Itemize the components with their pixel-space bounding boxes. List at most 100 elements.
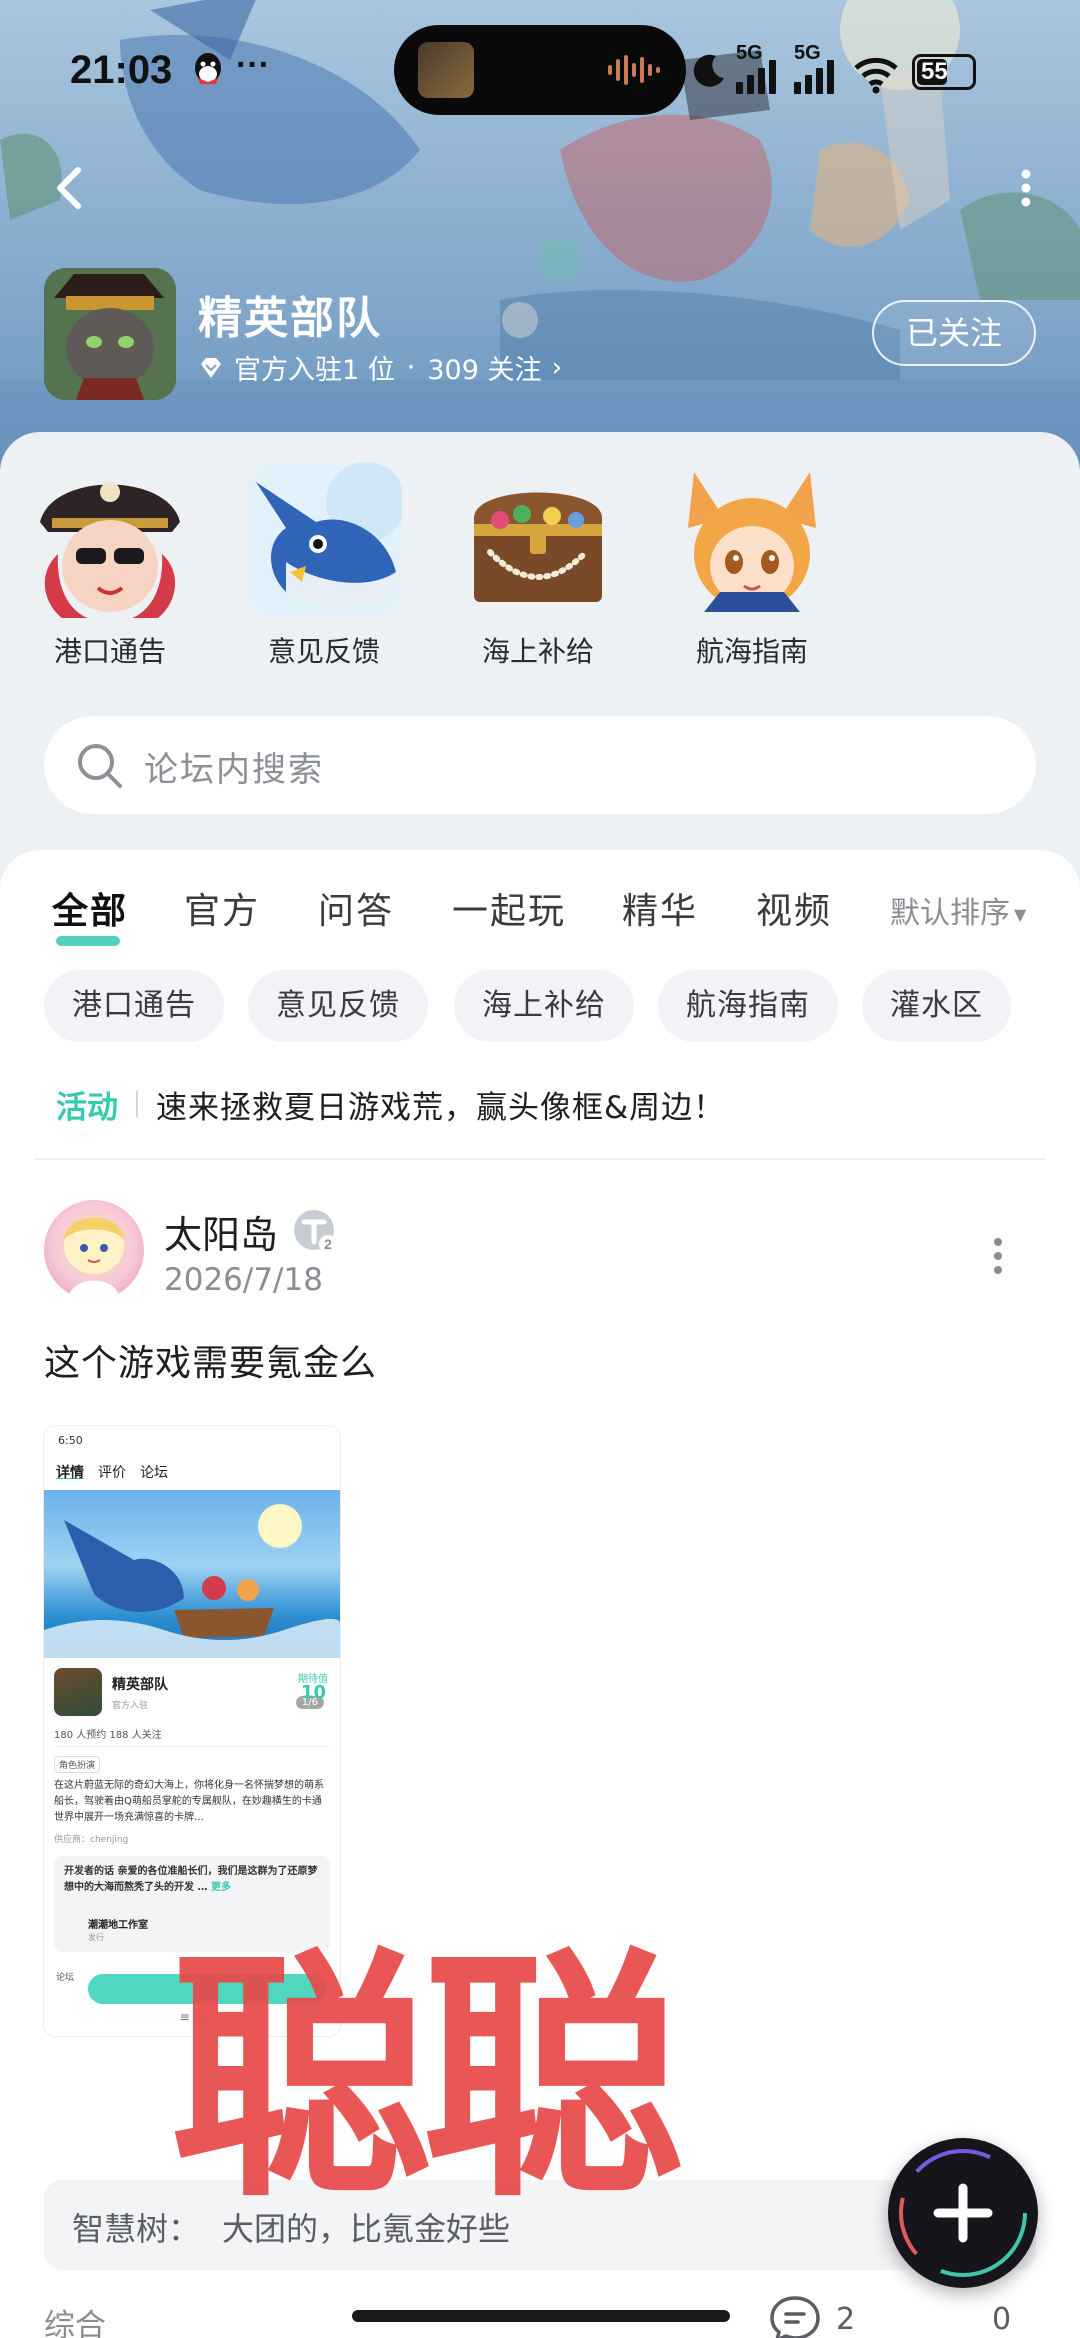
mini-dev-words: 开发者的话 亲爱的各位准船长们，我们是这群为了还原梦想中的大海而熬秃了头的开发 … <box>64 1864 320 1896</box>
mini-studio-role: 发行 <box>88 1933 104 1942</box>
section-item-supplies[interactable]: 海上补给 <box>438 462 638 668</box>
moon-icon <box>693 54 724 87</box>
audio-wave-icon <box>608 55 660 85</box>
mini-stats: 180 人预约 188 人关注 <box>54 1730 162 1741</box>
activity-divider <box>136 1091 138 1117</box>
home-indicator[interactable] <box>352 2310 730 2322</box>
more-menu-icon[interactable] <box>1014 168 1038 208</box>
chip-guide[interactable]: 航海指南 <box>658 970 838 1042</box>
mini-game-name: 精英部队 <box>112 1677 168 1693</box>
activity-tag: 活动 <box>56 1089 118 1126</box>
mini-provider: 供应商：chenjing <box>54 1835 129 1845</box>
section-shortcuts: 港口通告 意见反馈 海上补给 航海指南 <box>0 462 1080 668</box>
mini-game-icon <box>54 1668 102 1716</box>
mini-forum-label: 论坛 <box>56 1973 75 1983</box>
status-more-dots: ··· <box>236 46 270 84</box>
swordfish-icon <box>246 462 402 618</box>
wifi-icon <box>854 57 898 94</box>
signal-icon-1 <box>736 60 776 94</box>
tab-official[interactable]: 官方 <box>184 882 260 934</box>
post-more-icon[interactable] <box>992 1236 1004 1276</box>
tab-all[interactable]: 全部 <box>52 882 128 934</box>
mini-studio: 潮潮地工作室 <box>88 1920 148 1931</box>
tab-play-together[interactable]: 一起玩 <box>452 882 566 934</box>
section-item-harbor-notice[interactable]: 港口通告 <box>10 462 210 668</box>
tab-featured[interactable]: 精华 <box>622 882 698 934</box>
chevron-right-icon: › <box>551 352 563 383</box>
mini-status-time: 6:50 <box>58 1434 83 1447</box>
mini-tab: 论坛 <box>140 1465 168 1481</box>
meta-separator: · <box>406 352 416 383</box>
user-avatar-icon <box>64 1217 124 1300</box>
tab-qa[interactable]: 问答 <box>318 882 394 934</box>
post-category: 综合 <box>44 2308 106 2338</box>
watermark-text: 聪聪 <box>170 1927 684 2232</box>
search-placeholder: 论坛内搜索 <box>144 750 324 790</box>
mini-tab: 评价 <box>98 1465 126 1481</box>
chip-chat[interactable]: 灌水区 <box>862 970 1011 1042</box>
dynamic-island[interactable] <box>394 25 686 115</box>
follow-button[interactable]: 已关注 <box>872 300 1036 366</box>
mini-dev-words-text: 开发者的话 亲爱的各位准船长们，我们是这群为了还原梦想中的大海而熬秃了头的开发 … <box>64 1866 318 1893</box>
tab-video[interactable]: 视频 <box>756 882 832 934</box>
signal-icon-2 <box>794 60 834 94</box>
official-count: 官方入驻1 位 <box>234 355 395 386</box>
mini-dev-more: 更多 <box>210 1882 231 1893</box>
divider <box>54 1746 330 1747</box>
plus-icon <box>899 2149 1027 2277</box>
mini-score: 10 <box>300 1682 326 1703</box>
level-badge-icon: 2 <box>294 1210 337 1253</box>
mini-tabs: 详情 评价 论坛 <box>56 1462 168 1482</box>
game-banner-art <box>44 1504 340 1658</box>
chip-feedback[interactable]: 意见反馈 <box>248 970 428 1042</box>
mini-banner: 1/6 <box>44 1490 340 1709</box>
section-label: 港口通告 <box>53 635 166 668</box>
divider <box>34 1158 1046 1160</box>
treasure-chest-icon <box>460 462 616 618</box>
category-chips: 港口通告 意见反馈 海上补给 航海指南 灌水区 <box>0 970 1080 1050</box>
sort-label: 默认排序 <box>890 896 1010 931</box>
status-right-cluster: 5G 5G 55 <box>690 42 1050 96</box>
like-count: 0 <box>992 2302 1012 2337</box>
activity-text: 速来拯救夏日游戏荒，赢头像框&周边！ <box>156 1089 726 1126</box>
battery-icon: 55 <box>912 54 976 90</box>
search-icon <box>78 744 122 788</box>
diamond-icon <box>201 357 221 378</box>
comment-icon[interactable] <box>768 2294 822 2338</box>
follower-count: 309 关注 <box>427 355 542 386</box>
now-playing-thumbnail <box>418 42 474 98</box>
active-tab-indicator <box>56 936 120 946</box>
avatar[interactable] <box>44 1200 144 1300</box>
section-label: 海上补给 <box>481 635 594 668</box>
section-item-guide[interactable]: 航海指南 <box>652 462 852 668</box>
mini-genre-tag: 角色扮演 <box>54 1756 101 1773</box>
mini-tab: 详情 <box>56 1465 84 1481</box>
forum-meta[interactable]: 官方入驻1 位 · 309 关注 › <box>198 348 562 387</box>
search-input[interactable]: 论坛内搜索 <box>44 716 1036 814</box>
cat-captain-icon <box>44 268 176 400</box>
create-post-button[interactable] <box>888 2138 1038 2288</box>
back-arrow-icon[interactable] <box>44 160 100 216</box>
qq-notification-icon <box>195 53 221 84</box>
chip-supplies[interactable]: 海上补给 <box>454 970 634 1042</box>
comment-count: 2 <box>836 2302 856 2337</box>
post-date: 2026/7/18 <box>164 1262 323 1298</box>
activity-banner[interactable]: 活动 速来拯救夏日游戏荒，赢头像框&周边！ <box>56 1084 726 1126</box>
forum-header: 21:03 ··· 5G 5G 55 精英部队 官方入驻1 位 · 309 关注… <box>0 0 1080 470</box>
section-label: 意见反馈 <box>267 635 380 668</box>
post-username[interactable]: 太阳岛 <box>164 1204 278 1259</box>
mini-description: 在这片蔚蓝无际的奇幻大海上，你将化身一名怀揣梦想的萌系船长，驾驶着由Q萌船员掌舵… <box>54 1780 324 1823</box>
battery-level: 55 <box>921 58 948 85</box>
sort-dropdown[interactable]: 默认排序 ▼ <box>890 888 1026 932</box>
mini-official: 官方入驻 <box>112 1701 149 1711</box>
status-time: 21:03 <box>70 48 173 92</box>
level-number: 2 <box>324 1236 332 1252</box>
section-label: 航海指南 <box>695 635 808 668</box>
section-item-feedback[interactable]: 意见反馈 <box>224 462 424 668</box>
pirate-girl-icon <box>32 462 188 618</box>
fox-girl-icon <box>674 462 830 618</box>
post-title: 这个游戏需要氪金么 <box>44 1343 378 1384</box>
forum-name: 精英部队 <box>198 293 382 344</box>
forum-avatar[interactable] <box>44 268 176 400</box>
chip-harbor-notice[interactable]: 港口通告 <box>44 970 224 1042</box>
